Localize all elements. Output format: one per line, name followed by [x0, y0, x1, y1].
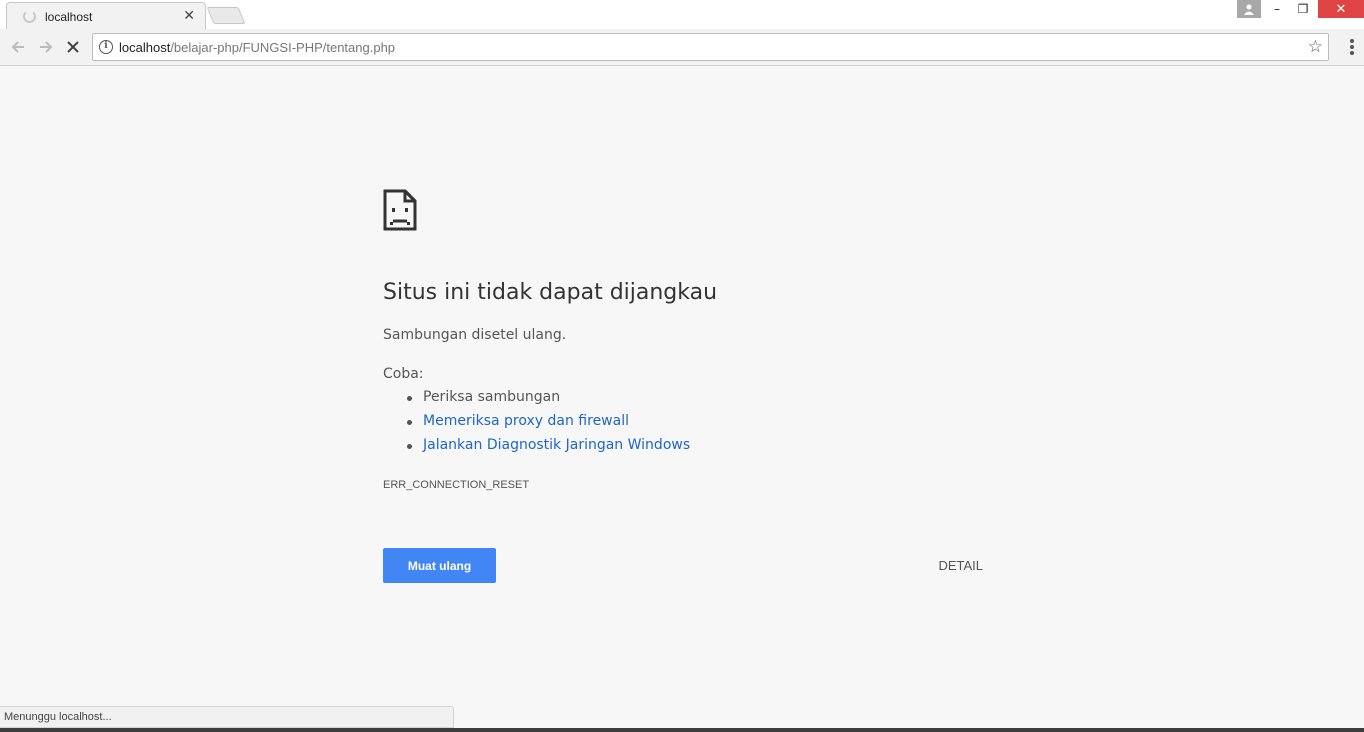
- suggestions-list: Periksa sambungan Memeriksa proxy dan fi…: [406, 389, 690, 461]
- close-window-button[interactable]: ✕: [1318, 0, 1364, 18]
- maximize-button[interactable]: ❐: [1290, 0, 1316, 18]
- url-text[interactable]: localhost/belajar-php/FUNGSI-PHP/tentang…: [119, 40, 395, 55]
- error-title: Situs ini tidak dapat dijangkau: [383, 280, 718, 305]
- tab-title: localhost: [45, 10, 93, 24]
- suggestions-heading: Coba:: [383, 366, 424, 382]
- loading-spinner-icon: [23, 10, 36, 23]
- error-code: ERR_CONNECTION_RESET: [383, 479, 530, 491]
- suggestion-proxy-firewall: Memeriksa proxy dan firewall: [406, 413, 690, 437]
- title-bar: localhost ✕ – ❐ ✕: [0, 0, 1364, 30]
- suggestion-check-connection: Periksa sambungan: [406, 389, 690, 413]
- browser-tab[interactable]: localhost ✕: [6, 2, 206, 30]
- status-bubble: Menunggu localhost...: [0, 706, 454, 728]
- bookmark-star-icon[interactable]: ☆: [1308, 37, 1323, 57]
- reload-button[interactable]: Muat ulang: [383, 548, 496, 583]
- url-path: /belajar-php/FUNGSI-PHP/tentang.php: [170, 40, 396, 55]
- sad-page-icon: [383, 189, 417, 235]
- user-profile-icon[interactable]: [1237, 0, 1261, 18]
- network-diagnostics-link[interactable]: Jalankan Diagnostik Jaringan Windows: [423, 437, 690, 453]
- tab-close-icon[interactable]: ✕: [183, 8, 195, 24]
- stop-loading-icon[interactable]: [63, 37, 83, 57]
- details-button[interactable]: DETAIL: [938, 548, 983, 583]
- info-icon[interactable]: i: [99, 40, 113, 54]
- url-host: localhost: [119, 40, 171, 55]
- minimize-button[interactable]: –: [1264, 0, 1290, 18]
- address-bar[interactable]: i localhost/belajar-php/FUNGSI-PHP/tenta…: [92, 33, 1329, 61]
- forward-arrow-icon[interactable]: [36, 37, 56, 57]
- suggestion-network-diagnostics: Jalankan Diagnostik Jaringan Windows: [406, 437, 690, 461]
- browser-toolbar: i localhost/belajar-php/FUNGSI-PHP/tenta…: [0, 29, 1364, 66]
- proxy-firewall-link[interactable]: Memeriksa proxy dan firewall: [423, 413, 629, 429]
- error-message: Sambungan disetel ulang.: [383, 327, 567, 343]
- browser-menu-icon[interactable]: [1350, 39, 1354, 55]
- new-tab-button[interactable]: [206, 7, 246, 24]
- back-arrow-icon[interactable]: [8, 37, 28, 57]
- taskbar-edge: [0, 728, 1364, 732]
